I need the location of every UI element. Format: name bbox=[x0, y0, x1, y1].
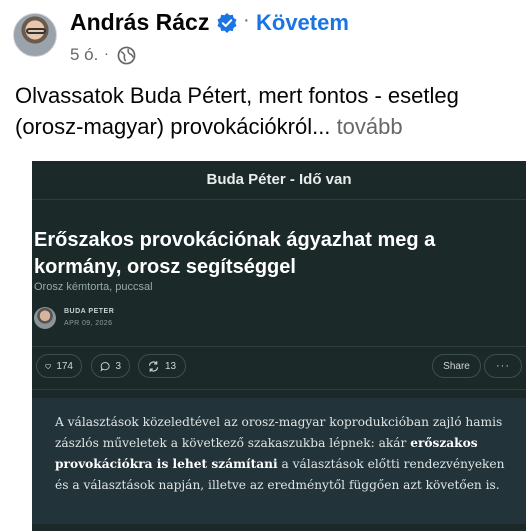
author-name[interactable]: András Rácz bbox=[70, 9, 209, 36]
follow-button[interactable]: Követem bbox=[256, 10, 349, 36]
article-title[interactable]: Erőszakos provokációnak ágyazhat meg a k… bbox=[34, 227, 474, 281]
article-subtitle: Orosz kémtorta, puccsal bbox=[34, 281, 153, 293]
avatar-glasses bbox=[26, 28, 46, 34]
article-author-avatar bbox=[34, 307, 56, 329]
post-text: Olvassatok Buda Pétert, mert fontos - es… bbox=[15, 80, 525, 142]
article-date: APR 09, 2026 bbox=[64, 320, 113, 327]
article-excerpt: A választások közeledtével az orosz-magy… bbox=[32, 398, 526, 524]
like-button[interactable]: 174 bbox=[36, 354, 82, 378]
link-preview-card[interactable]: Buda Péter - Idő van Erőszakos provokáci… bbox=[32, 161, 526, 531]
more-options-button[interactable]: ··· bbox=[484, 354, 522, 378]
author-avatar[interactable] bbox=[13, 13, 57, 57]
publication-name: Buda Péter - Idő van bbox=[206, 171, 352, 188]
meta-separator: · bbox=[104, 45, 109, 62]
divider bbox=[32, 199, 526, 200]
article-author-name[interactable]: BUDA PETER bbox=[64, 308, 114, 315]
like-count: 174 bbox=[56, 360, 73, 372]
restack-icon bbox=[148, 360, 159, 372]
see-more-link[interactable]: tovább bbox=[337, 114, 403, 139]
post-timestamp[interactable]: 5 ó. bbox=[70, 45, 98, 65]
divider bbox=[32, 346, 526, 347]
comment-count: 3 bbox=[115, 360, 121, 372]
globe-icon[interactable] bbox=[117, 46, 136, 65]
separator-dot: · bbox=[243, 9, 250, 31]
verified-badge-icon bbox=[217, 13, 237, 33]
divider bbox=[32, 389, 526, 390]
comment-icon bbox=[100, 361, 110, 372]
comment-button[interactable]: 3 bbox=[91, 354, 130, 378]
restack-button[interactable]: 13 bbox=[138, 354, 186, 378]
restack-count: 13 bbox=[165, 360, 177, 372]
excerpt-text: A választások közeledtével az orosz-magy… bbox=[55, 412, 507, 496]
heart-icon bbox=[45, 363, 52, 369]
share-button[interactable]: Share bbox=[432, 354, 481, 378]
